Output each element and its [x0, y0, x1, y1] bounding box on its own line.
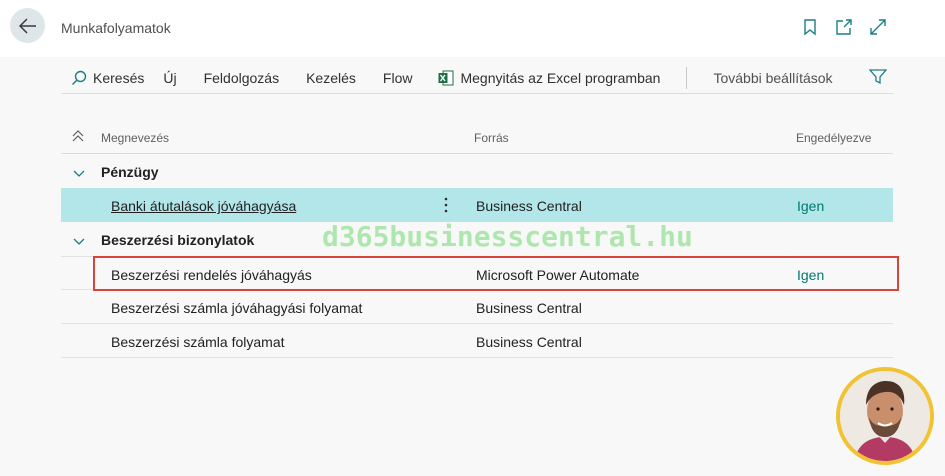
row-name[interactable]: Beszerzési számla folyamat: [111, 334, 285, 350]
table-row[interactable]: Beszerzési számla folyamat Business Cent…: [61, 324, 893, 358]
table-row[interactable]: Beszerzési számla jóváhagyási folyamat B…: [61, 290, 893, 324]
open-in-excel-label: Megnyitás az Excel programban: [460, 69, 661, 86]
open-in-excel-button[interactable]: Megnyitás az Excel programban: [438, 70, 660, 86]
page-title: Munkafolyamatok: [61, 20, 171, 36]
chevron-down-icon[interactable]: [73, 233, 85, 249]
column-enabled[interactable]: Engedélyezve: [796, 131, 871, 145]
row-name[interactable]: Beszerzési számla jóváhagyási folyamat: [111, 300, 362, 316]
table-row[interactable]: Beszerzési rendelés jóváhagyás Microsoft…: [61, 256, 893, 290]
column-source[interactable]: Forrás: [474, 131, 509, 145]
manage-label: Kezelés: [306, 69, 356, 86]
avatar: [836, 367, 934, 465]
row-name[interactable]: Beszerzési rendelés jóváhagyás: [111, 267, 312, 283]
action-bar: Keresés Új Feldolgozás Kezelés Flow Megn…: [61, 62, 893, 94]
chevron-down-icon[interactable]: [73, 165, 85, 181]
group-name: Beszerzési bizonylatok: [101, 232, 255, 248]
row-enabled[interactable]: Igen: [797, 198, 824, 214]
search-label: Keresés: [93, 69, 145, 86]
group-name: Pénzügy: [101, 164, 159, 180]
watermark: d365businesscentral.hu: [322, 220, 693, 253]
flow-label: Flow: [382, 69, 413, 86]
manage-menu[interactable]: Kezelés: [306, 70, 356, 86]
back-arrow-icon: [18, 17, 36, 34]
person-photo-icon: [840, 371, 930, 461]
row-source: Business Central: [476, 300, 582, 316]
row-actions-icon[interactable]: [439, 196, 453, 214]
flow-menu[interactable]: Flow: [383, 70, 413, 86]
row-source: Business Central: [476, 334, 582, 350]
bookmark-icon[interactable]: [801, 18, 819, 36]
back-button[interactable]: [10, 8, 45, 43]
open-new-window-icon[interactable]: [835, 18, 853, 36]
new-button[interactable]: Új: [163, 70, 176, 86]
more-options-button[interactable]: További beállítások: [713, 70, 832, 86]
column-header-row: Megnevezés Forrás Engedélyezve: [61, 120, 893, 154]
more-options-label: További beállítások: [713, 69, 833, 86]
filter-icon[interactable]: [868, 69, 888, 88]
action-separator: [686, 66, 688, 89]
row-name[interactable]: Banki átutalások jóváhagyása: [111, 198, 296, 214]
expand-icon[interactable]: [869, 18, 887, 36]
row-enabled[interactable]: Igen: [797, 267, 824, 283]
process-label: Feldolgozás: [203, 69, 280, 86]
page-header: Munkafolyamatok: [0, 0, 945, 57]
collapse-all-icon[interactable]: [72, 129, 84, 146]
column-name[interactable]: Megnevezés: [101, 131, 169, 145]
row-source: Business Central: [476, 198, 582, 214]
process-menu[interactable]: Feldolgozás: [204, 70, 280, 86]
search-icon: [72, 70, 87, 85]
group-row[interactable]: Pénzügy: [61, 154, 893, 188]
row-source: Microsoft Power Automate: [476, 267, 640, 283]
new-label: Új: [163, 69, 177, 86]
table-row[interactable]: Banki átutalások jóváhagyása Business Ce…: [61, 188, 893, 222]
excel-icon: [438, 70, 454, 85]
search-button[interactable]: Keresés: [71, 70, 144, 86]
